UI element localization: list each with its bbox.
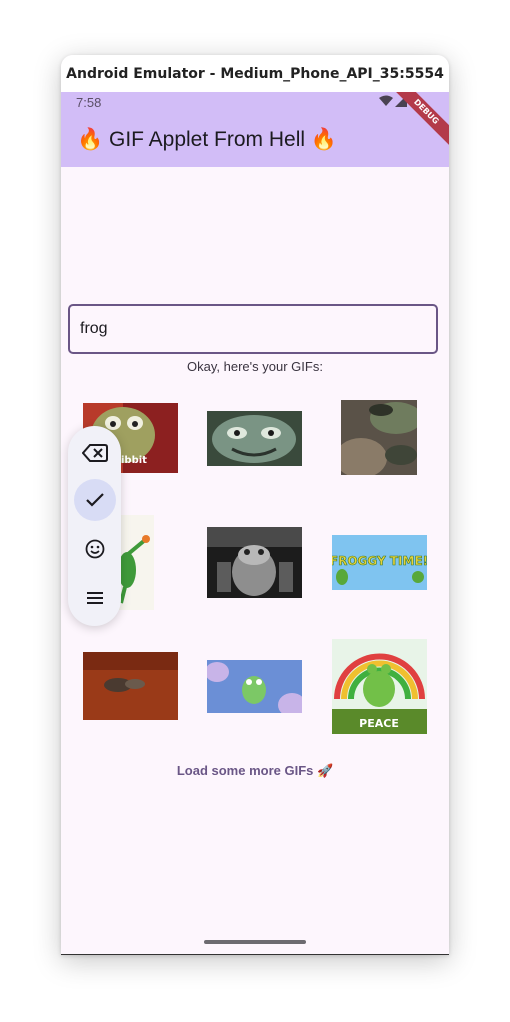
backspace-button[interactable] (74, 432, 116, 474)
gif-9-caption: PEACE (359, 717, 399, 730)
window-bottom-edge (61, 954, 449, 955)
gif-result-9[interactable]: PEACE (332, 639, 427, 734)
gif-result-5[interactable] (207, 527, 302, 598)
floating-toolbar (68, 426, 121, 626)
window-title: Android Emulator - Medium_Phone_API_35:5… (61, 55, 449, 92)
confirm-button[interactable] (74, 479, 116, 521)
search-input[interactable]: frog (68, 304, 438, 354)
backspace-icon (82, 444, 108, 462)
menu-icon (87, 592, 103, 604)
app-title: 🔥 GIF Applet From Hell 🔥 (77, 128, 338, 151)
emoji-button[interactable] (74, 528, 116, 570)
status-time: 7:58 (76, 95, 102, 110)
load-more-button[interactable]: Load some more GIFs 🚀 (61, 763, 449, 779)
gif-result-6[interactable]: FROGGY TIME! (332, 535, 427, 590)
gif-1-caption: ibbit (121, 455, 147, 466)
gif-result-3[interactable] (341, 400, 417, 475)
app-bar: 7:58 DEBUG 🔥 GIF Applet From Hell 🔥 (61, 92, 449, 167)
search-input-value: frog (80, 320, 108, 337)
gif-result-8[interactable] (207, 660, 302, 713)
check-icon (86, 493, 104, 507)
menu-button[interactable] (74, 577, 116, 619)
gif-result-7[interactable] (83, 652, 178, 720)
gif-6-caption: FROGGY TIME! (332, 554, 427, 568)
wifi-icon (379, 95, 393, 106)
home-gesture-bar[interactable] (204, 940, 306, 944)
results-heading: Okay, here's your GIFs: (187, 359, 323, 374)
emoji-icon (85, 539, 105, 559)
gif-result-2[interactable] (207, 411, 302, 466)
